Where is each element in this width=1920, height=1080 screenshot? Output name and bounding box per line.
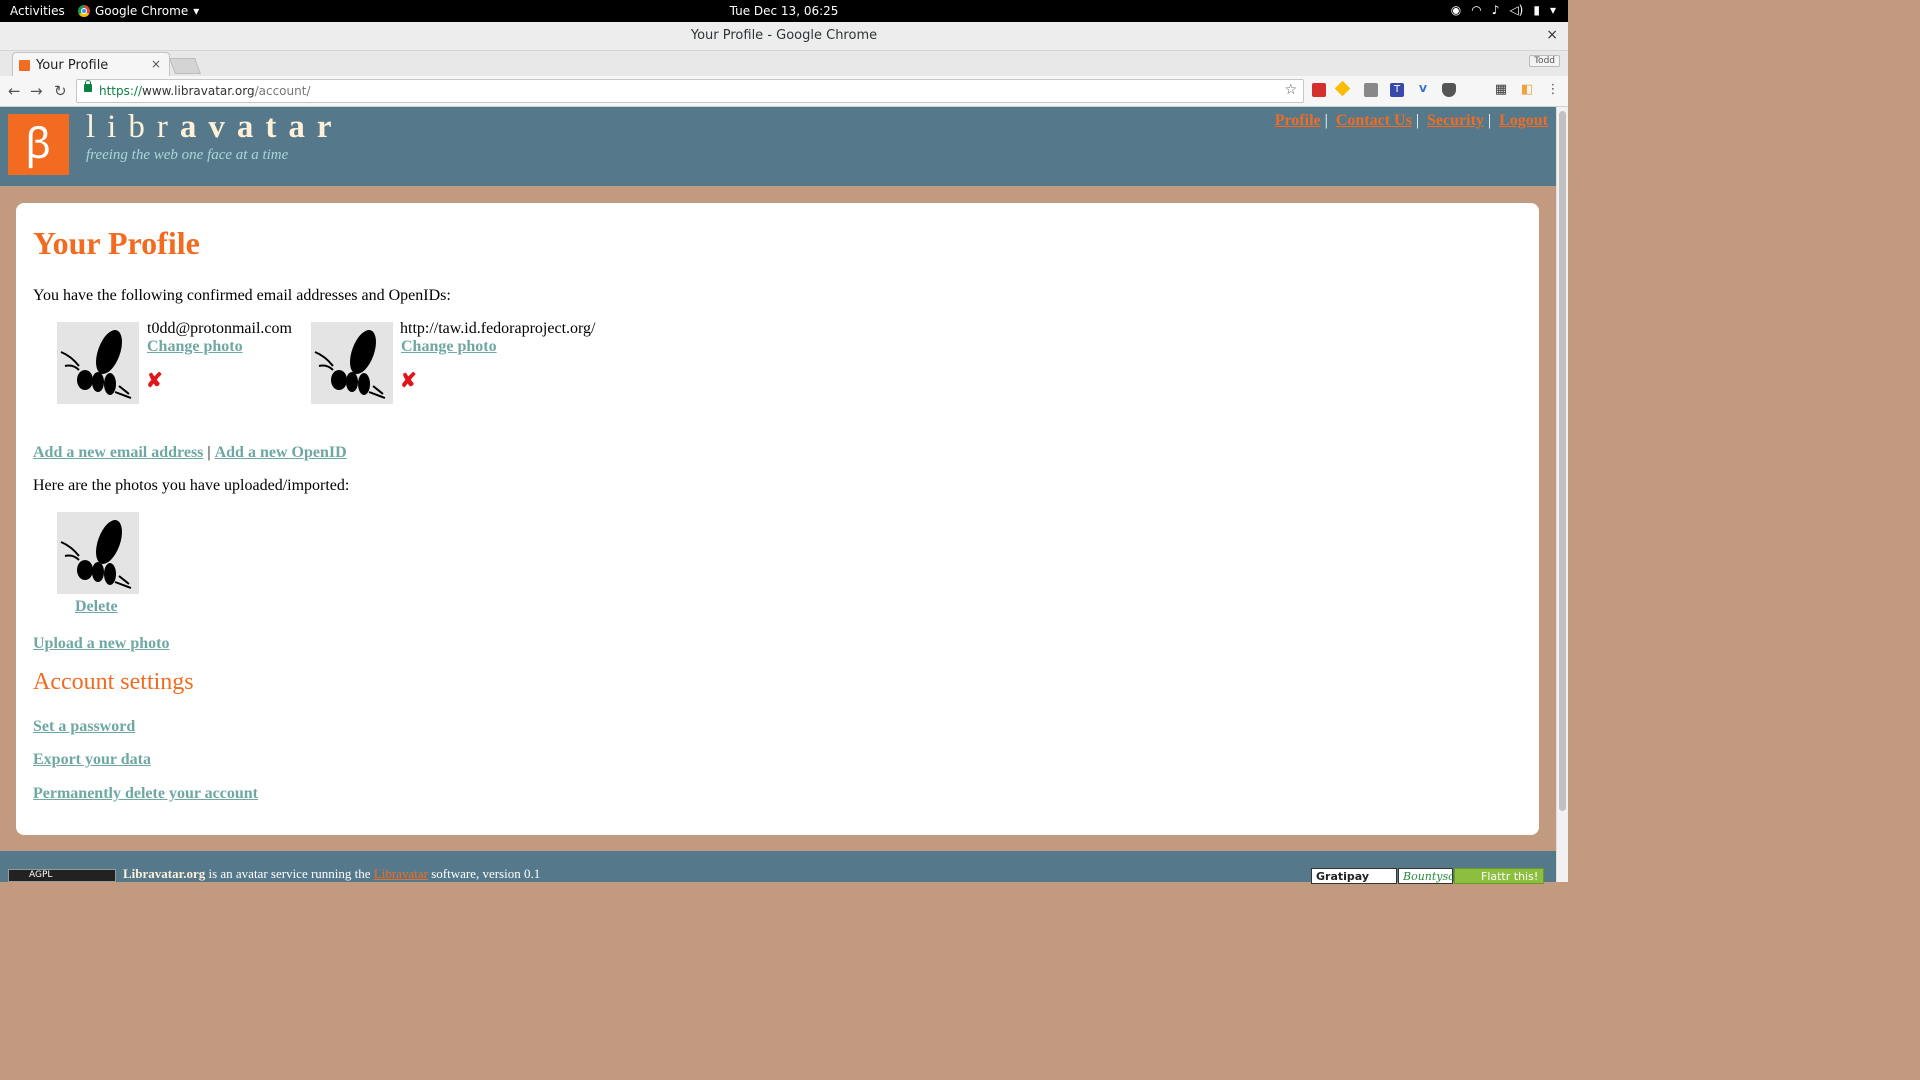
bee-avatar-icon <box>60 520 132 589</box>
footer-text-mid: is an avatar service running the <box>205 866 374 881</box>
wifi-icon: ◠ <box>1471 3 1482 17</box>
url-scheme: https:// <box>99 84 143 98</box>
libravatar-logo[interactable]: ꞵ <box>8 114 69 175</box>
brand-light: libr <box>86 109 180 145</box>
notification-icon: ♪ <box>1491 3 1500 17</box>
agpl-badge[interactable]: AGPL <box>8 869 116 882</box>
app-menu-label: Google Chrome <box>95 4 189 18</box>
system-top-bar: Activities Google Chrome ▾ Tue Dec 13, 0… <box>0 0 1568 22</box>
flattr-badge[interactable]: Flattr this! <box>1454 868 1544 884</box>
address-bar[interactable]: https://www.libravatar.org/account/ ☆ <box>76 79 1304 103</box>
chrome-menu-icon[interactable]: ⋮ <box>1546 83 1560 97</box>
caret-down-icon: ▾ <box>193 4 200 18</box>
volume-icon: ◁) <box>1509 3 1524 17</box>
footer-text-end: software, version 0.1 <box>427 866 541 881</box>
account-settings-heading: Account settings <box>33 669 194 695</box>
window-titlebar: Your Profile - Google Chrome × <box>0 22 1568 51</box>
main-content: Your Profile You have the following conf… <box>16 203 1539 835</box>
brand-bold: avatar <box>179 109 344 145</box>
identity-openid: http://taw.id.fedoraproject.org/ <box>400 320 596 337</box>
caret-down-icon: ▾ <box>1549 3 1556 17</box>
nav-contact-us[interactable]: Contact Us <box>1336 112 1412 129</box>
delete-photo-link[interactable]: Delete <box>75 598 118 616</box>
system-tray[interactable]: ◉ ◠ ♪ ◁) ▮ ▾ <box>1451 3 1556 17</box>
chrome-icon <box>78 5 90 17</box>
bee-avatar-icon <box>60 330 132 399</box>
clock[interactable]: Tue Dec 13, 06:25 <box>0 4 1568 18</box>
nav-logout[interactable]: Logout <box>1499 112 1548 129</box>
identity-avatar <box>57 322 139 404</box>
link-separator: | <box>207 444 211 461</box>
add-identity-row: Add a new email address | Add a new Open… <box>33 444 347 462</box>
page-title: Your Profile <box>33 225 200 261</box>
nav-separator: | <box>1487 112 1492 129</box>
bookmark-star-icon[interactable]: ☆ <box>1284 82 1297 98</box>
add-email-link[interactable]: Add a new email address <box>33 444 203 461</box>
url-path: /account/ <box>254 84 311 98</box>
bountysource-badge[interactable]: Bountysource <box>1398 868 1480 884</box>
extension-puzzle-icon[interactable]: ◧ <box>1520 83 1534 97</box>
pocket-icon[interactable] <box>1442 83 1456 97</box>
back-arrow-icon[interactable]: ← <box>8 82 21 100</box>
scrollbar-thumb[interactable] <box>1559 111 1566 811</box>
site-header: ꞵ libravatar freeing the web one face at… <box>0 107 1556 186</box>
footer-software-link[interactable]: Libravatar <box>374 866 428 881</box>
site-brand[interactable]: libravatar <box>86 109 343 146</box>
identity-email: t0dd@protonmail.com <box>147 320 292 337</box>
new-tab-button[interactable] <box>169 58 201 74</box>
top-navigation: Profile | Contact Us | Security | Logout <box>1275 112 1548 130</box>
nav-separator: | <box>1324 112 1328 129</box>
add-openid-link[interactable]: Add a new OpenID <box>215 444 347 461</box>
tab-label: Your Profile <box>36 57 109 73</box>
export-data-link[interactable]: Export your data <box>33 751 151 769</box>
libravatar-logo-icon: ꞵ <box>25 119 52 168</box>
tab-strip: Your Profile × Todd <box>0 51 1568 77</box>
secure-lock-icon <box>84 80 92 92</box>
nav-profile[interactable]: Profile <box>1275 112 1321 129</box>
site-tagline: freeing the web one face at a time <box>86 147 289 163</box>
libravatar-favicon-icon <box>19 59 30 71</box>
profile-button[interactable]: Todd <box>1529 55 1560 67</box>
record-icon: ◉ <box>1450 3 1462 17</box>
extension-pdf-icon[interactable] <box>1312 83 1326 97</box>
tab-your-profile[interactable]: Your Profile × <box>12 52 170 77</box>
change-photo-link[interactable]: Change photo <box>401 338 497 356</box>
browser-toolbar: ← → ↻ https://www.libravatar.org/account… <box>0 76 1568 107</box>
forward-arrow-icon[interactable]: → <box>30 82 43 100</box>
identities-intro: You have the following confirmed email a… <box>33 287 451 304</box>
change-photo-link[interactable]: Change photo <box>147 338 243 356</box>
tab-close-icon[interactable]: × <box>151 57 161 71</box>
battery-icon: ▮ <box>1533 3 1540 17</box>
extension-satellite-icon[interactable] <box>1364 83 1378 97</box>
delete-identity-icon[interactable]: ✘ <box>400 368 417 393</box>
bee-avatar-icon <box>314 330 386 399</box>
set-password-link[interactable]: Set a password <box>33 718 135 736</box>
extension-t-icon[interactable]: T <box>1390 83 1404 97</box>
footer-site-name: Libravatar.org <box>123 866 206 881</box>
uploaded-photo <box>57 512 139 594</box>
page-viewport: ꞵ libravatar freeing the web one face at… <box>0 107 1556 884</box>
delete-account-link[interactable]: Permanently delete your account <box>33 785 258 803</box>
google-drive-icon[interactable] <box>1334 80 1351 97</box>
extension-v-icon[interactable]: V <box>1416 83 1430 97</box>
nav-separator: | <box>1415 112 1420 129</box>
activities-button[interactable]: Activities <box>10 4 65 18</box>
reload-icon[interactable]: ↻ <box>54 82 67 100</box>
photos-intro: Here are the photos you have uploaded/im… <box>33 477 350 494</box>
delete-identity-icon[interactable]: ✘ <box>146 368 163 393</box>
window-close-icon[interactable]: × <box>1546 27 1558 43</box>
apps-grid-icon[interactable]: ▦ <box>1494 83 1508 97</box>
window-title: Your Profile - Google Chrome <box>690 28 878 43</box>
gratipay-badge[interactable]: Gratipay <box>1311 868 1397 884</box>
identity-avatar <box>311 322 393 404</box>
page-scrollbar[interactable] <box>1556 107 1568 882</box>
footer-text: Libravatar.org is an avatar service runn… <box>123 866 540 882</box>
site-footer: AGPL Libravatar.org is an avatar service… <box>0 851 1556 884</box>
app-menu[interactable]: Google Chrome ▾ <box>78 4 199 18</box>
url-host: www.libravatar.org <box>142 84 255 98</box>
nav-security[interactable]: Security <box>1427 112 1484 129</box>
upload-photo-link[interactable]: Upload a new photo <box>33 635 169 653</box>
address-url: https://www.libravatar.org/account/ <box>99 84 311 98</box>
